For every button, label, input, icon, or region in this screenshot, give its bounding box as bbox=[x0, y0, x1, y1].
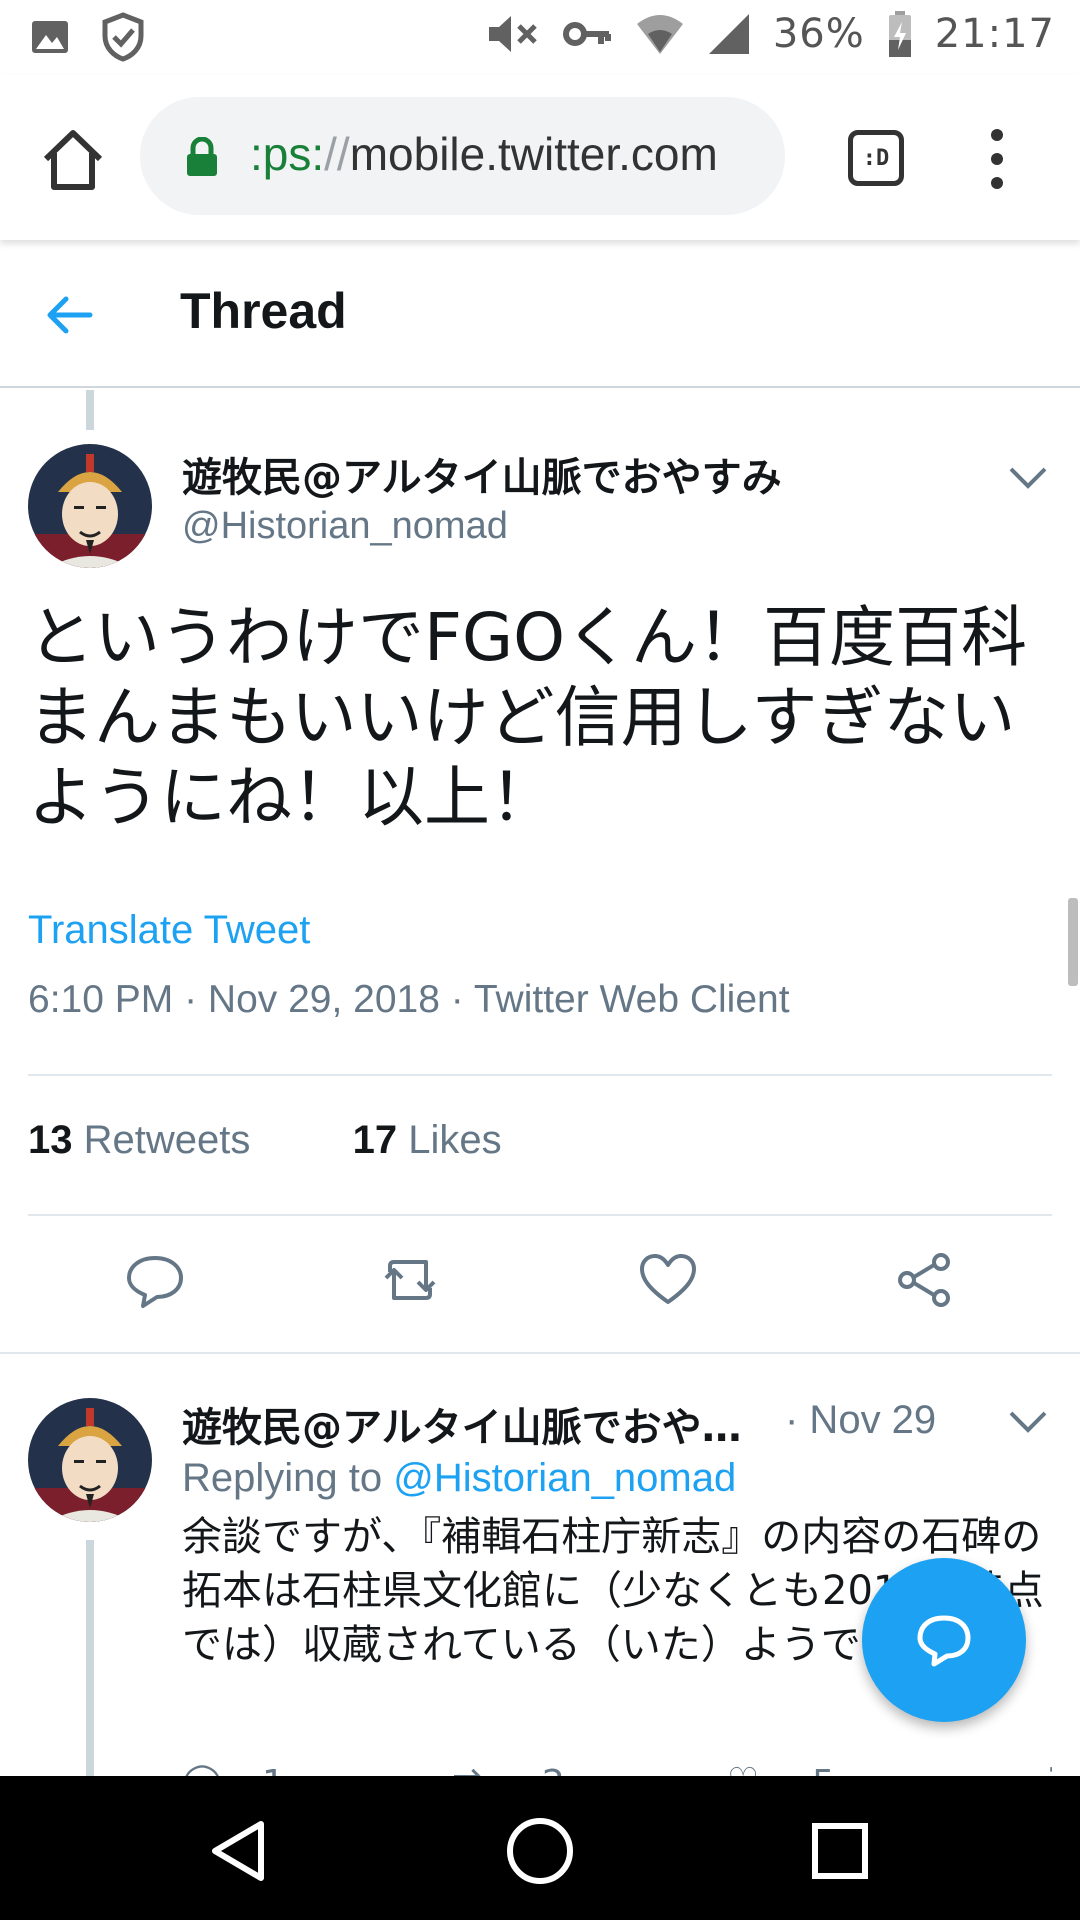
system-navigation-bar bbox=[0, 1776, 1080, 1920]
retweets-stat[interactable]: 13 Retweets bbox=[28, 1118, 250, 1162]
nav-back-icon[interactable] bbox=[205, 1816, 275, 1886]
lock-icon bbox=[187, 137, 217, 176]
chevron-down-icon[interactable] bbox=[1008, 466, 1048, 490]
url-slashes: // bbox=[324, 128, 350, 180]
overflow-menu-icon[interactable] bbox=[985, 127, 1009, 191]
tweet-handle[interactable]: @Historian_nomad bbox=[182, 505, 508, 548]
thread-connector bbox=[86, 1540, 94, 1780]
divider bbox=[28, 1074, 1052, 1076]
avatar[interactable] bbox=[28, 1398, 152, 1522]
tab-switcher-button[interactable]: :D bbox=[848, 130, 904, 186]
clock: 21:17 bbox=[934, 11, 1055, 57]
battery-percent: 36% bbox=[772, 11, 865, 57]
tweet-meta: 6:10 PM · Nov 29, 2018 · Twitter Web Cli… bbox=[28, 978, 790, 1021]
divider bbox=[28, 1214, 1052, 1216]
like-heart-icon[interactable] bbox=[638, 1250, 698, 1310]
retweets-count: 13 bbox=[28, 1118, 73, 1162]
tweet-actions bbox=[0, 1250, 1080, 1320]
browser-toolbar: :ps://mobile.twitter.com :D bbox=[0, 75, 1080, 240]
likes-count: 17 bbox=[352, 1118, 398, 1162]
status-bar: 36% 21:17 bbox=[0, 0, 1080, 75]
signal-icon bbox=[708, 14, 749, 54]
tweet-display-name[interactable]: 遊牧民@アルタイ山脈でおやすみ bbox=[182, 445, 782, 503]
nav-home-icon[interactable] bbox=[505, 1816, 575, 1886]
key-icon bbox=[562, 22, 611, 46]
thread-connector bbox=[86, 390, 94, 430]
nav-recents-icon[interactable] bbox=[805, 1816, 875, 1886]
tweet-stats: 13 Retweets 17 Likes bbox=[28, 1118, 502, 1163]
tweet-text: というわけでFGOくん！百度百科まんまもいいけど信用しすぎないようにね！以上！ bbox=[28, 599, 1028, 836]
compose-reply-button[interactable] bbox=[862, 1558, 1026, 1722]
chevron-down-icon[interactable] bbox=[1008, 1410, 1048, 1434]
url-scheme: :ps: bbox=[250, 128, 325, 180]
retweets-label: Retweets bbox=[83, 1118, 251, 1162]
replying-handle-link[interactable]: @Historian_nomad bbox=[393, 1456, 736, 1500]
likes-label: Likes bbox=[408, 1118, 502, 1162]
replying-to: Replying to @Historian_nomad bbox=[182, 1456, 736, 1501]
divider bbox=[0, 1352, 1080, 1354]
retweet-icon[interactable] bbox=[380, 1250, 440, 1310]
share-icon[interactable] bbox=[895, 1250, 955, 1310]
back-arrow-icon[interactable] bbox=[40, 285, 100, 345]
wifi-icon bbox=[636, 15, 683, 54]
battery-icon bbox=[888, 11, 911, 57]
avatar[interactable] bbox=[28, 444, 152, 568]
image-icon bbox=[32, 21, 68, 53]
address-bar[interactable]: :ps://mobile.twitter.com bbox=[140, 97, 785, 215]
avatar-portrait-icon bbox=[28, 444, 152, 568]
thread-header: Thread bbox=[0, 240, 1080, 388]
url-text: :ps://mobile.twitter.com bbox=[250, 127, 718, 181]
translate-tweet-link[interactable]: Translate Tweet bbox=[28, 908, 310, 953]
chat-bubble-icon bbox=[917, 1615, 971, 1667]
reply-icon[interactable] bbox=[125, 1250, 185, 1310]
avatar-portrait-icon bbox=[28, 1398, 152, 1522]
shield-check-icon bbox=[102, 12, 144, 62]
url-host: mobile.twitter.com bbox=[349, 128, 718, 180]
scrollbar-thumb[interactable] bbox=[1068, 898, 1078, 986]
mute-icon bbox=[488, 16, 537, 52]
replying-prefix: Replying to bbox=[182, 1456, 383, 1500]
reply-display-name[interactable]: 遊牧民@アルタイ山脈でおや… bbox=[182, 1395, 772, 1453]
home-icon[interactable] bbox=[38, 125, 108, 195]
likes-stat[interactable]: 17 Likes bbox=[353, 1118, 502, 1162]
page-title: Thread bbox=[180, 283, 347, 339]
reply-date[interactable]: · Nov 29 bbox=[785, 1398, 936, 1443]
